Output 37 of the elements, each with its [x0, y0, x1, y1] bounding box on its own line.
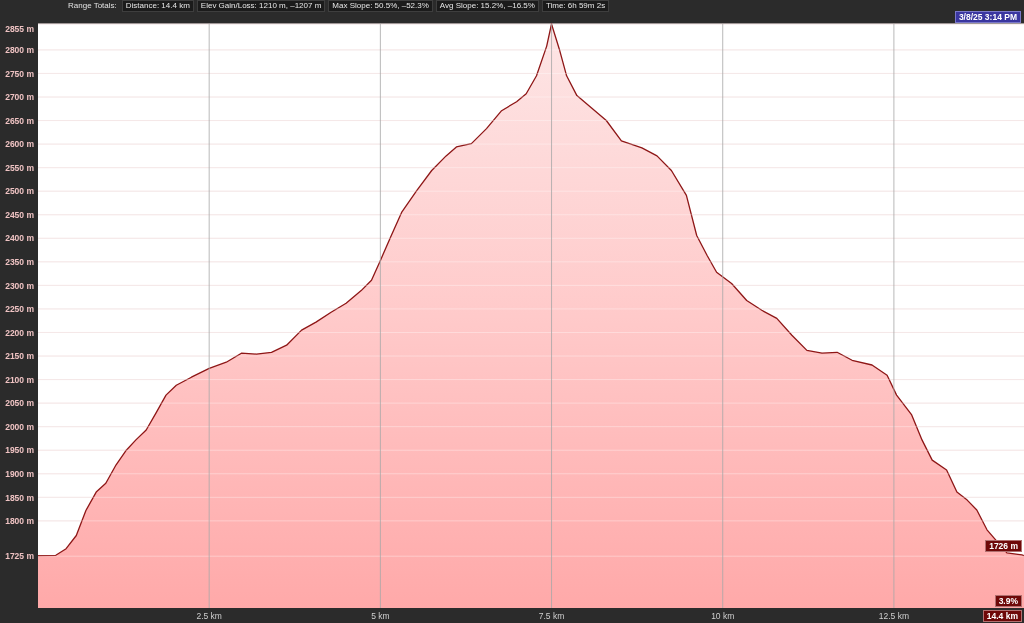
y-axis-label: 2400 m — [5, 233, 34, 244]
y-axis-label: 2855 m — [5, 24, 34, 35]
y-axis-label: 2500 m — [5, 186, 34, 197]
y-axis-label: 2300 m — [5, 280, 34, 291]
x-axis-label: 12.5 km — [878, 611, 910, 621]
y-axis-label: 1900 m — [5, 468, 34, 479]
x-axis-label: 2.5 km — [196, 611, 222, 621]
y-axis-label: 2650 m — [5, 115, 34, 126]
range-totals-label: Range Totals: — [67, 0, 118, 11]
y-axis-label: 2800 m — [5, 45, 34, 56]
y-axis-label: 2000 m — [5, 421, 34, 432]
y-axis-label: 2600 m — [5, 139, 34, 150]
range-stat: Max Slope: 50.5%, –52.3% — [328, 0, 433, 12]
y-axis-label: 2150 m — [5, 351, 34, 362]
range-stat: Avg Slope: 15.2%, –16.5% — [435, 0, 539, 12]
range-stat: Distance: 14.4 km — [121, 0, 194, 12]
slope-readout: 3.9% — [994, 595, 1022, 607]
y-axis-label: 2750 m — [5, 68, 34, 79]
y-axis-label: 1850 m — [5, 492, 34, 503]
timestamp-label: 3/8/25 3:14 PM — [954, 10, 1021, 23]
y-axis-label: 2250 m — [5, 304, 34, 315]
range-stat: Time: 6h 59m 2s — [541, 0, 610, 12]
x-axis-label: 10 km — [711, 611, 735, 621]
x-axis-label: 7.5 km — [538, 611, 565, 621]
y-axis-label: 2100 m — [5, 374, 34, 385]
y-axis-label: 2350 m — [5, 257, 34, 268]
range-stat: Elev Gain/Loss: 1210 m, –1207 m — [196, 0, 326, 12]
y-axis-label: 2550 m — [5, 162, 34, 173]
y-axis-label: 2200 m — [5, 327, 34, 338]
y-axis-label: 1800 m — [5, 516, 34, 527]
y-axis-label: 2050 m — [5, 398, 34, 409]
x-axis-label: 5 km — [371, 611, 390, 621]
y-axis-label: 2700 m — [5, 92, 34, 103]
distance-readout: 14.4 km — [982, 610, 1022, 622]
y-axis-label: 2450 m — [5, 209, 34, 220]
y-axis-label: 1725 m — [5, 551, 34, 562]
y-axis-label: 1950 m — [5, 445, 34, 456]
